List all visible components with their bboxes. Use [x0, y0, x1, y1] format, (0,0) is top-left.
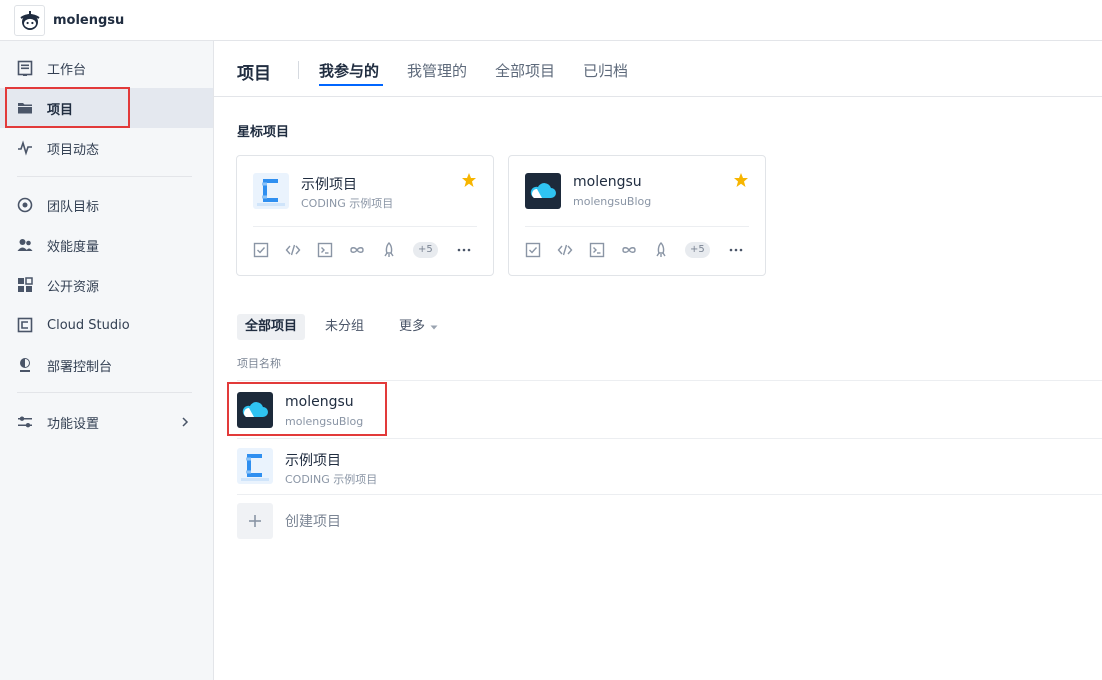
project-row-subtitle: molengsuBlog: [285, 415, 364, 428]
folder-icon: [17, 100, 33, 116]
card-project-subtitle: CODING 示例项目: [301, 197, 394, 210]
project-row[interactable]: molengsu molengsuBlog: [237, 382, 1102, 438]
sidebar-divider: [17, 392, 192, 393]
project-row-subtitle: CODING 示例项目: [285, 473, 378, 486]
tab-participating[interactable]: 我参与的: [319, 60, 379, 81]
sidebar-item-metrics[interactable]: 效能度量: [0, 225, 213, 265]
code-icon[interactable]: [285, 242, 301, 258]
deploy-icon: [17, 357, 33, 373]
resources-icon: [17, 277, 33, 293]
more-tools-badge[interactable]: +5: [413, 242, 438, 258]
sidebar: 工作台 项目 项目动态 团队目标 效能度量 公开资源 Cloud Studio …: [0, 41, 214, 680]
card-toolbar: +5: [253, 240, 488, 260]
infinity-icon[interactable]: [621, 242, 637, 258]
task-icon[interactable]: [253, 242, 269, 258]
active-tab-indicator: [319, 84, 383, 86]
terminal-icon[interactable]: [589, 242, 605, 258]
card-toolbar: +5: [525, 240, 760, 260]
tab-all-projects[interactable]: 全部项目: [495, 60, 555, 81]
filter-tab-ungrouped[interactable]: 未分组: [317, 314, 372, 340]
terminal-icon[interactable]: [317, 242, 333, 258]
filter-tab-more[interactable]: 更多: [391, 314, 448, 340]
metrics-icon: [17, 237, 33, 253]
card-project-name: molengsu: [573, 174, 642, 190]
chevron-right-icon: [177, 414, 193, 430]
sidebar-item-feature-settings[interactable]: 功能设置: [0, 402, 213, 442]
create-project-button[interactable]: 创建项目: [237, 503, 341, 539]
row-divider: [237, 494, 1102, 495]
sidebar-item-deploy-console[interactable]: 部署控制台: [0, 345, 213, 385]
coding-project-icon: [237, 448, 273, 484]
card-project-name: 示例项目: [301, 177, 357, 193]
sidebar-item-label: Cloud Studio: [47, 317, 130, 333]
sidebar-item-label: 效能度量: [47, 239, 100, 255]
top-bar: molengsu: [0, 0, 1102, 41]
tab-managed[interactable]: 我管理的: [407, 60, 467, 81]
sidebar-item-team-goals[interactable]: 团队目标: [0, 185, 213, 225]
infinity-icon[interactable]: [349, 242, 365, 258]
rocket-icon[interactable]: [381, 242, 397, 258]
target-icon: [17, 197, 33, 213]
more-icon[interactable]: [728, 242, 744, 258]
sidebar-item-projects[interactable]: 项目: [0, 88, 213, 128]
main-content: 项目 我参与的 我管理的 全部项目 已归档 星标项目 示例项目 CODING 示…: [214, 41, 1102, 680]
activity-icon: [17, 140, 33, 156]
project-row-name: 示例项目: [285, 453, 341, 469]
more-tools-badge[interactable]: +5: [685, 242, 710, 258]
page-header: 项目 我参与的 我管理的 全部项目 已归档: [214, 41, 1102, 97]
caret-down-icon: [430, 325, 438, 330]
settings-sliders-icon: [17, 414, 33, 430]
column-header-project-name: 项目名称: [237, 357, 281, 370]
sidebar-item-label: 部署控制台: [47, 359, 113, 375]
sidebar-item-label: 项目: [47, 102, 74, 118]
row-divider: [237, 380, 1102, 381]
rocket-icon[interactable]: [653, 242, 669, 258]
card-divider: [253, 226, 477, 227]
cloud-project-icon: [237, 392, 273, 428]
star-icon[interactable]: [733, 172, 749, 188]
sidebar-item-workbench[interactable]: 工作台: [0, 48, 213, 88]
sidebar-item-public-resources[interactable]: 公开资源: [0, 265, 213, 305]
tab-archived[interactable]: 已归档: [583, 60, 628, 81]
cloud-project-icon: [525, 173, 561, 209]
org-avatar-icon: [19, 11, 40, 30]
sidebar-item-label: 项目动态: [47, 142, 100, 158]
sidebar-item-label: 功能设置: [47, 416, 100, 432]
sidebar-item-label: 公开资源: [47, 279, 100, 295]
cloud-studio-icon: [17, 317, 33, 333]
page-title: 项目: [237, 64, 271, 84]
sidebar-divider: [17, 176, 192, 177]
filter-tab-all[interactable]: 全部项目: [237, 314, 306, 340]
create-project-label: 创建项目: [285, 514, 341, 530]
sidebar-item-activity[interactable]: 项目动态: [0, 128, 213, 168]
coding-project-icon: [253, 173, 289, 209]
more-icon[interactable]: [456, 242, 472, 258]
org-logo[interactable]: [14, 4, 45, 36]
project-row-name: molengsu: [285, 394, 354, 410]
project-row[interactable]: 示例项目 CODING 示例项目: [237, 438, 1102, 494]
card-project-subtitle: molengsuBlog: [573, 195, 652, 208]
starred-project-card[interactable]: molengsu molengsuBlog +5: [508, 155, 766, 276]
header-separator: [298, 61, 299, 79]
starred-project-card[interactable]: 示例项目 CODING 示例项目 +5: [236, 155, 494, 276]
filter-more-label: 更多: [399, 319, 426, 334]
card-divider: [525, 226, 749, 227]
task-icon[interactable]: [525, 242, 541, 258]
sidebar-item-cloud-studio[interactable]: Cloud Studio: [0, 305, 213, 345]
workbench-icon: [17, 60, 33, 76]
code-icon[interactable]: [557, 242, 573, 258]
starred-section-title: 星标项目: [237, 125, 290, 140]
plus-icon: [237, 503, 273, 539]
sidebar-item-label: 团队目标: [47, 199, 100, 215]
sidebar-item-label: 工作台: [47, 62, 87, 78]
org-name[interactable]: molengsu: [53, 13, 124, 28]
star-icon[interactable]: [461, 172, 477, 188]
